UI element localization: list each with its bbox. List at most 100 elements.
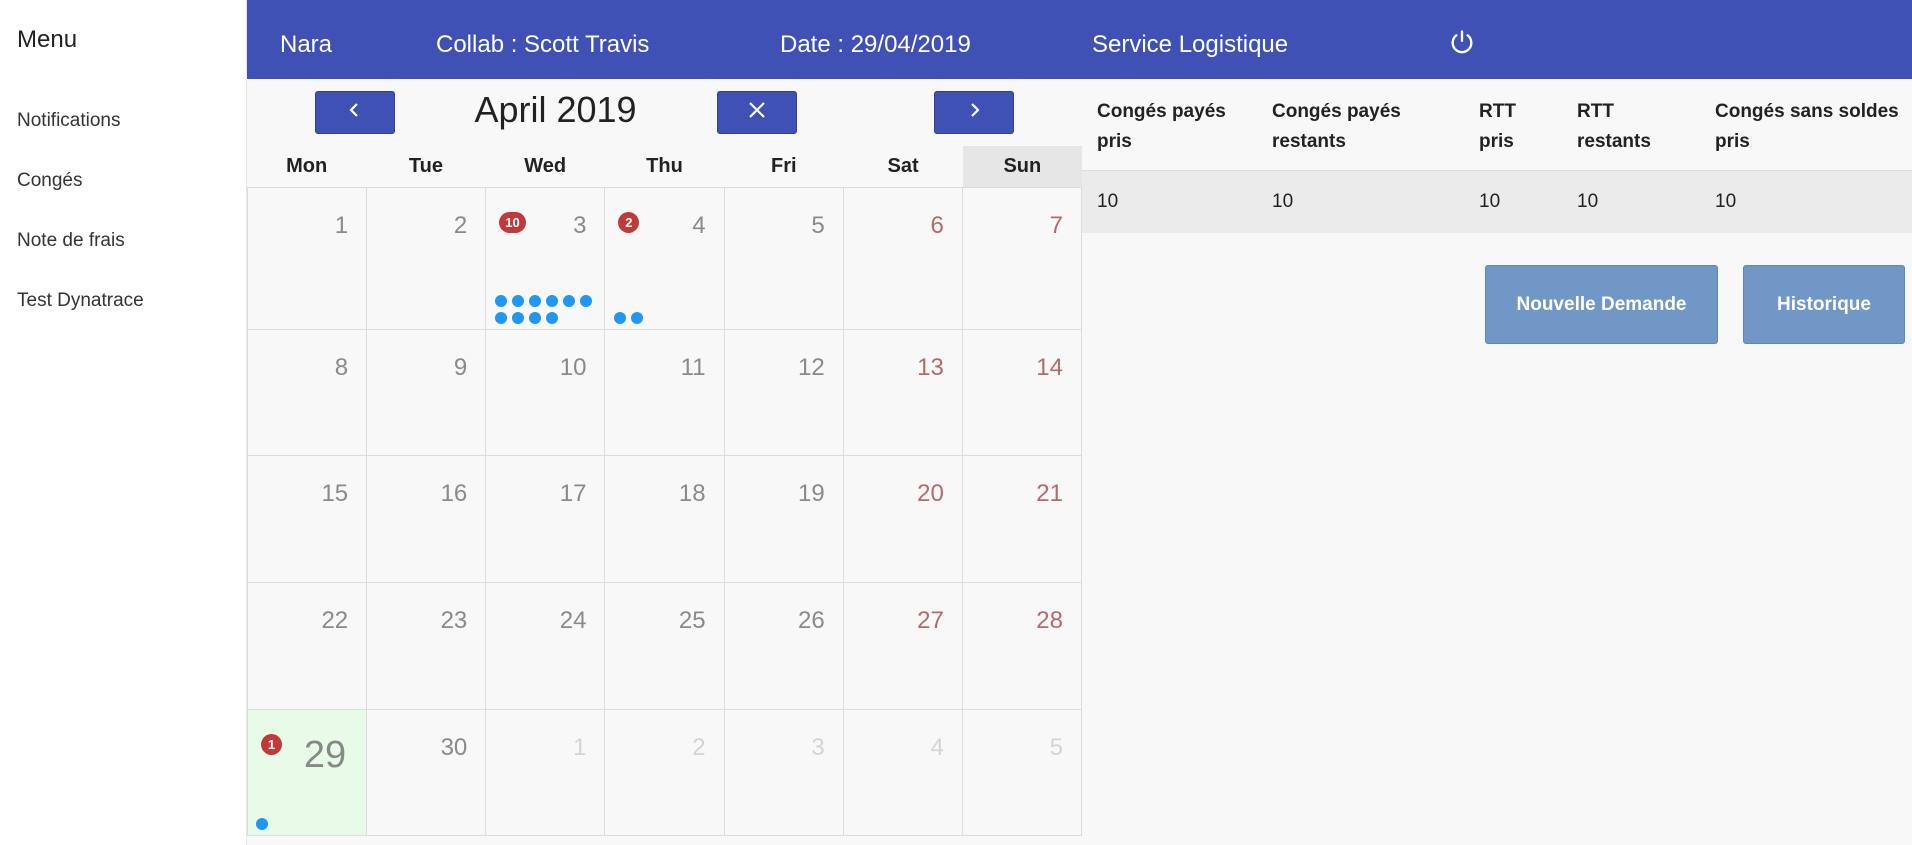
calendar-day[interactable]: 1 (248, 188, 368, 330)
chevron-right-icon (967, 102, 981, 123)
weekday-wed: Wed (524, 155, 567, 177)
event-dot[interactable] (580, 295, 593, 307)
calendar-day-today[interactable]: 29 1 (248, 710, 368, 836)
history-button[interactable]: Historique (1743, 265, 1905, 344)
calendar-day[interactable]: 26 (724, 583, 844, 710)
calendar-day[interactable]: 4 (843, 710, 963, 836)
calendar-day[interactable]: 5 (724, 188, 844, 330)
calendar-day[interactable]: 28 (962, 583, 1082, 710)
calendar-day[interactable]: 30 (367, 710, 487, 836)
sidebar-item-notifications[interactable]: Notifications (17, 110, 121, 132)
event-dot[interactable] (529, 312, 542, 324)
header-rtt-restants: RTT restants (1577, 101, 1651, 152)
event-dot[interactable] (512, 295, 525, 307)
event-dot[interactable] (546, 295, 559, 307)
day-number: 27 (917, 607, 944, 634)
top-header: Nara Collab : Scott Travis Date : 29/04/… (247, 0, 1912, 79)
calendar-day[interactable]: 17 (486, 456, 606, 583)
event-dots (256, 818, 361, 830)
day-number: 8 (334, 354, 349, 381)
event-dot[interactable] (256, 818, 268, 830)
calendar-day[interactable]: 19 (724, 456, 844, 583)
calendar-day[interactable]: 13 (843, 330, 963, 456)
day-number: 20 (917, 480, 944, 507)
event-dot[interactable] (546, 312, 559, 324)
power-icon[interactable] (1448, 28, 1476, 56)
header-conges-sans-soldes-pris: Congés sans soldes pris (1715, 101, 1899, 152)
sidebar-item-note-de-frais[interactable]: Note de frais (17, 230, 125, 252)
calendar-day[interactable]: 24 (486, 583, 606, 710)
calendar-day[interactable]: 21 (962, 456, 1082, 583)
sidebar-item-conges[interactable]: Congés (17, 170, 83, 192)
event-dot[interactable] (631, 312, 644, 324)
day-number: 2 (692, 734, 706, 761)
day-number: 2 (453, 212, 468, 239)
calendar-day[interactable]: 23 (367, 583, 487, 710)
calendar-day[interactable]: 1 (486, 710, 606, 836)
calendar-day[interactable]: 27 (843, 583, 963, 710)
day-number: 7 (1049, 212, 1063, 239)
calendar-day[interactable]: 5 (962, 710, 1082, 836)
day-number: 17 (559, 480, 587, 507)
leave-balance-table: Congés payés pris Congés payés restants … (1082, 79, 1912, 233)
day-number: 29 (303, 734, 347, 776)
calendar-day[interactable]: 16 (367, 456, 487, 583)
day-number: 3 (573, 212, 587, 239)
event-dot[interactable] (529, 295, 542, 307)
day-number: 1 (573, 734, 587, 761)
event-dot[interactable] (563, 295, 576, 307)
calendar-day[interactable]: 6 (843, 188, 963, 330)
calendar-week: 22 23 24 25 26 27 28 (248, 583, 1082, 710)
calendar-day[interactable]: 2 (605, 710, 725, 836)
sidebar-item-test-dynatrace[interactable]: Test Dynatrace (17, 290, 144, 312)
calendar-day[interactable]: 9 (367, 330, 487, 456)
prev-month-button[interactable] (315, 91, 395, 134)
calendar-day[interactable]: 2 (367, 188, 487, 330)
day-number: 9 (453, 354, 468, 381)
new-request-button[interactable]: Nouvelle Demande (1485, 265, 1718, 344)
day-number: 25 (678, 607, 706, 634)
weekday-thu: Thu (646, 155, 683, 177)
day-number: 22 (321, 607, 349, 634)
value-conges-payes-restants: 10 (1272, 191, 1294, 212)
day-number: 18 (678, 480, 706, 507)
value-conges-payes-pris: 10 (1097, 191, 1119, 212)
event-dot[interactable] (495, 312, 508, 324)
calendar-week: 1 2 3 10 4 2 5 6 7 (248, 188, 1082, 330)
calendar-day[interactable]: 22 (248, 583, 368, 710)
calendar-day[interactable]: 18 (605, 456, 725, 583)
calendar-day[interactable]: 20 (843, 456, 963, 583)
day-number: 12 (798, 354, 825, 381)
value-rtt-restants: 10 (1577, 191, 1599, 212)
calendar-day[interactable]: 7 (962, 188, 1082, 330)
event-dot[interactable] (512, 312, 525, 324)
event-dot[interactable] (614, 312, 627, 324)
calendar-day[interactable]: 25 (605, 583, 725, 710)
day-number: 14 (1036, 354, 1063, 381)
weekday-sat: Sat (887, 155, 919, 177)
event-dot[interactable] (495, 295, 508, 307)
calendar-day[interactable]: 11 (605, 330, 725, 456)
close-calendar-button[interactable] (717, 91, 797, 134)
calendar-day[interactable]: 42 (605, 188, 725, 330)
calendar-day[interactable]: 15 (248, 456, 368, 583)
calendar-day[interactable]: 14 (962, 330, 1082, 456)
day-number: 24 (559, 607, 587, 634)
calendar-day[interactable]: 3 10 (486, 188, 606, 330)
next-month-button[interactable] (934, 91, 1014, 134)
event-dots (614, 312, 719, 324)
weekday-sun: Sun (962, 146, 1082, 187)
close-icon (748, 101, 766, 124)
calendar: April 2019 Mon Tue Wed Thu Fri Sat Sun 1 2 3 10 4 2… (247, 79, 1082, 845)
day-number: 19 (798, 480, 825, 507)
calendar-day[interactable]: 12 (724, 330, 844, 456)
calendar-day[interactable]: 8 (248, 330, 368, 456)
calendar-week: 15 16 17 18 19 20 21 (248, 456, 1082, 583)
day-number: 15 (321, 480, 349, 507)
calendar-day[interactable]: 3 (724, 710, 844, 836)
weekday-header: Mon Tue Wed Thu Fri Sat Sun (247, 146, 1082, 187)
day-number: 4 (930, 734, 944, 761)
calendar-day[interactable]: 10 (486, 330, 606, 456)
app-name: Nara (280, 31, 333, 58)
event-count-badge: 10 (499, 212, 526, 233)
